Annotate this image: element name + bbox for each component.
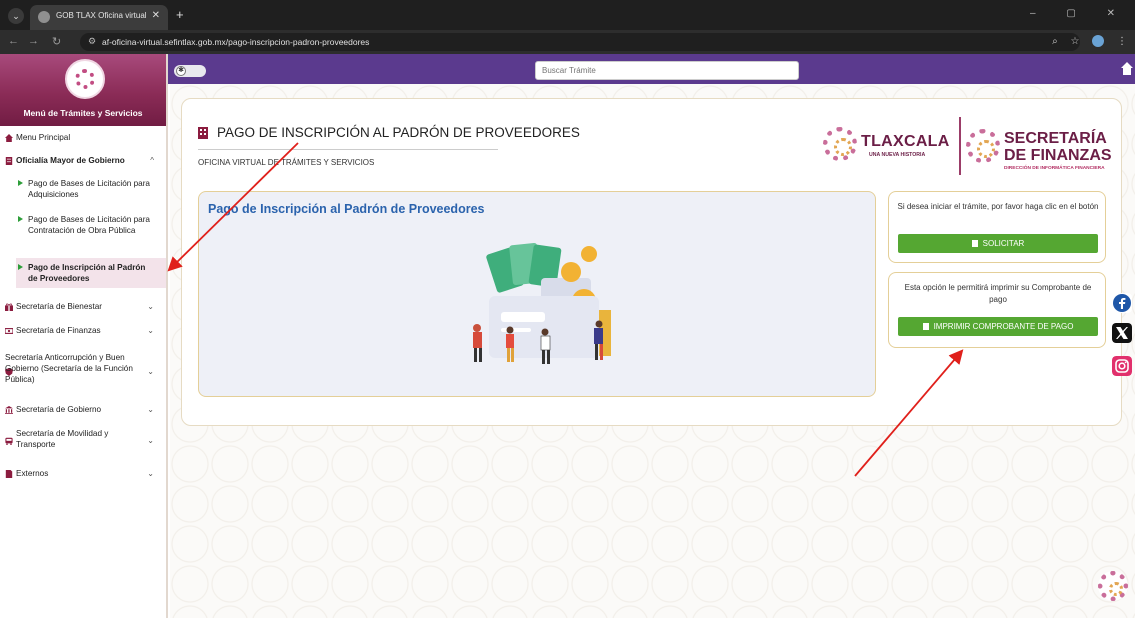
bullet-triangle-icon	[18, 180, 23, 186]
tlaxcala-logo: TLAXCALA UNA NUEVA HISTORIA	[823, 121, 953, 166]
instagram-icon[interactable]	[1112, 356, 1132, 376]
sidebar-subitem-licitacion-adquisiciones[interactable]: Pago de Bases de Licitación para Adquisi…	[16, 178, 166, 202]
tab-title: GOB TLAX Oficina virtual de Trá	[56, 11, 146, 20]
chevron-down-icon: ⌄	[147, 367, 154, 376]
sidebar-header: Menú de Trámites y Servicios	[0, 54, 166, 126]
money-icon	[5, 328, 13, 334]
sidebar-subitem-licitacion-obra-publica[interactable]: Pago de Bases de Licitación para Contrat…	[16, 214, 166, 250]
tlaxcala-seal-logo[interactable]	[65, 59, 105, 99]
building-icon	[5, 157, 13, 165]
solicitar-card: Si desea iniciar el trámite, por favor h…	[888, 191, 1106, 263]
finanzas-flower-icon	[966, 129, 1000, 163]
window-controls[interactable]: – ▢ ✕	[1030, 8, 1129, 19]
new-tab-icon[interactable]: +	[176, 7, 184, 22]
profile-avatar-icon[interactable]	[1092, 35, 1105, 47]
bullet-triangle-icon	[18, 216, 23, 222]
government-building-icon	[5, 406, 13, 414]
chevron-up-icon: ^	[150, 156, 154, 165]
sidebar-item-anticorrupcion[interactable]: Secretaría Anticorrupción y Buen Gobiern…	[0, 352, 166, 392]
solicitar-description: Si desea iniciar el trámite, por favor h…	[897, 202, 1099, 211]
logo-divider	[959, 117, 961, 175]
document-icon	[922, 323, 929, 330]
procedure-panel: Pago de Inscripción al Padrón de Proveed…	[198, 191, 876, 397]
finanzas-logo-line2: DE FINANZAS	[1004, 147, 1112, 164]
back-icon[interactable]: ←	[8, 35, 19, 47]
main-content: PAGO DE INSCRIPCIÓN AL PADRÓN DE PROVEED…	[170, 84, 1135, 618]
browser-tab[interactable]: GOB TLAX Oficina virtual de Trá ✕	[30, 5, 168, 30]
imprimir-card: Esta opción le permitirá imprimir su Com…	[888, 272, 1106, 348]
chevron-down-icon: ⌄	[147, 436, 154, 445]
address-bar-actions: ⌕ ☆ ⋮	[1042, 35, 1127, 47]
address-bar: ← → ↻ ⚙ af-oficina-virtual.sefintlax.gob…	[0, 30, 1135, 54]
chevron-down-icon: ⌄	[147, 405, 154, 414]
sidebar-item-label: Secretaría Anticorrupción y Buen Gobiern…	[5, 353, 133, 384]
tab-favicon-icon	[38, 11, 50, 23]
forward-icon[interactable]: →	[28, 35, 39, 47]
facebook-icon[interactable]	[1112, 293, 1132, 313]
url-text: af-oficina-virtual.sefintlax.gob.mx/pago…	[102, 37, 370, 47]
imprimir-comprobante-button[interactable]: IMPRIMIR COMPROBANTE DE PAGO	[898, 317, 1098, 336]
sun-icon: ✱	[176, 66, 186, 76]
tlaxcala-logo-name: TLAXCALA	[861, 133, 950, 150]
building-icon	[198, 127, 208, 139]
sidebar: Menú de Trámites y Servicios Menu Princi…	[0, 54, 168, 618]
sidebar-subitem-inscripcion-padron[interactable]: Pago de Inscripción al Padrón de Proveed…	[16, 258, 166, 288]
browser-menu-icon[interactable]: ⋮	[1117, 36, 1127, 47]
imprimir-button-label: IMPRIMIR COMPROBANTE DE PAGO	[933, 322, 1074, 331]
bookmark-star-icon[interactable]: ☆	[1070, 36, 1079, 47]
imprimir-description: Esta opción le permitirá imprimir su Com…	[904, 283, 1092, 304]
search-input[interactable]	[535, 61, 799, 80]
document-icon	[971, 240, 978, 247]
tab-close-icon[interactable]: ✕	[152, 10, 160, 21]
solicitar-button-label: SOLICITAR	[982, 239, 1025, 248]
x-twitter-icon[interactable]	[1112, 323, 1132, 343]
gift-icon	[5, 303, 13, 311]
home-icon	[5, 134, 13, 142]
chevron-down-icon: ⌄	[147, 302, 154, 311]
finanzas-logo-tagline: DIRECCIÓN DE INFORMÁTICA FINANCIERA	[1004, 166, 1105, 171]
top-bar: ✱	[168, 54, 1135, 84]
zoom-icon[interactable]: ⌕	[1052, 36, 1058, 47]
theme-toggle[interactable]: ✱	[174, 65, 206, 77]
assistant-flower-button[interactable]	[1098, 571, 1128, 601]
url-field[interactable]: ⚙ af-oficina-virtual.sefintlax.gob.mx/pa…	[80, 33, 1080, 51]
sidebar-item-movilidad[interactable]: Secretaría de Movilidad y Transporte ⌄	[0, 428, 166, 454]
site-info-icon[interactable]: ⚙	[88, 36, 96, 47]
page-subtitle: OFICINA VIRTUAL DE TRÁMITES Y SERVICIOS	[198, 158, 375, 167]
bus-icon	[5, 437, 13, 445]
bullet-triangle-icon	[18, 264, 23, 270]
tlaxcala-logo-tagline: UNA NUEVA HISTORIA	[869, 152, 926, 158]
chevron-down-icon: ⌄	[147, 326, 154, 335]
panel-title: Pago de Inscripción al Padrón de Proveed…	[208, 202, 485, 216]
page-title: PAGO DE INSCRIPCIÓN AL PADRÓN DE PROVEED…	[217, 125, 580, 140]
secretaria-finanzas-logo: SECRETARÍA DE FINANZAS DIRECCIÓN DE INFO…	[966, 117, 1116, 175]
browser-tab-bar: ⌄ GOB TLAX Oficina virtual de Trá ✕ + – …	[0, 0, 1135, 30]
title-divider	[198, 149, 498, 150]
tab-search-icon[interactable]: ⌄	[8, 8, 24, 24]
home-icon[interactable]	[1121, 62, 1133, 75]
payment-illustration	[473, 242, 611, 364]
document-icon	[5, 470, 13, 478]
procedure-card: PAGO DE INSCRIPCIÓN AL PADRÓN DE PROVEED…	[181, 98, 1122, 426]
finanzas-logo-line1: SECRETARÍA	[1004, 130, 1107, 147]
chevron-down-icon: ⌄	[147, 469, 154, 478]
tlaxcala-flower-icon	[823, 127, 857, 161]
reload-icon[interactable]: ↻	[52, 35, 61, 48]
sidebar-title: Menú de Trámites y Servicios	[23, 108, 143, 118]
solicitar-button[interactable]: SOLICITAR	[898, 234, 1098, 253]
